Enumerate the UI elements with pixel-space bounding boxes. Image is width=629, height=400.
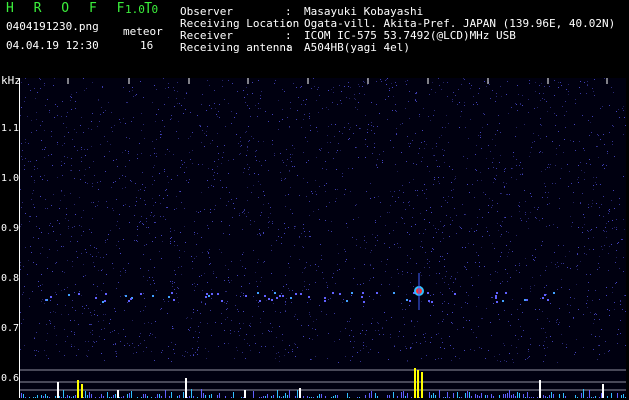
meteor-label: meteor [123,25,163,38]
spectrogram [19,78,626,398]
file-name: 0404191230.png [6,20,99,33]
meteor-count: 16 [140,39,154,52]
y-unit-label: kHz [1,74,21,87]
file-datetime: 04.04.19 12:30 [6,39,99,52]
y-tick-0-9: 0.9 [1,223,20,234]
y-tick-0-6: 0.6 [1,373,20,384]
y-tick-1-0: 1.0 [1,173,20,184]
antenna-label: Receiving antenna [180,41,293,54]
spectrogram-canvas [19,78,626,398]
antenna-value: A504HB(yagi 4el) [304,41,410,54]
antenna-sep: : [285,41,292,54]
y-tick-1-1: 1.1 [1,123,20,134]
app-version: 1.0.0 [125,3,159,16]
y-tick-0-7: 0.7 [1,323,20,334]
y-tick-0-8: 0.8 [1,273,20,284]
